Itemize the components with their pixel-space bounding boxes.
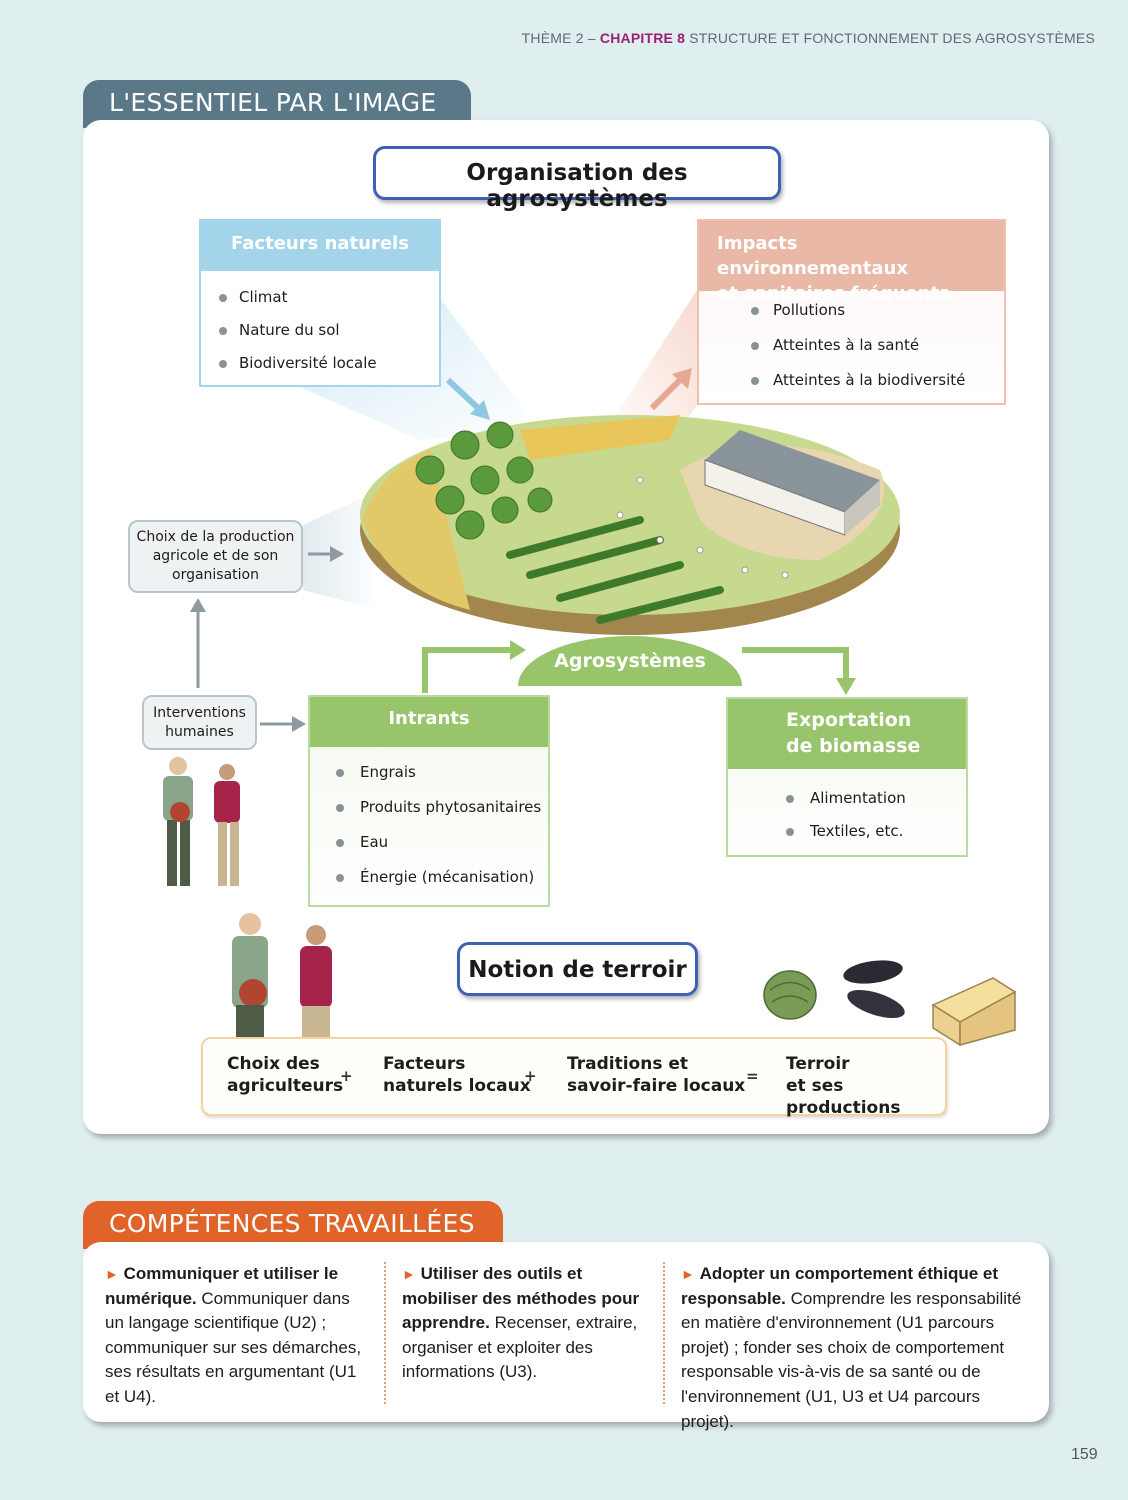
page-number: 159 [1071,1446,1098,1463]
mussels-icon [843,960,905,1018]
main-title: Organisation des agrosystèmes [373,146,781,212]
intrants-box: Intrants Engrais Produits phytosanitaire… [308,695,550,907]
facteurs-naturels-title: Facteurs naturels [201,221,439,271]
facteurs-locaux-line1: Facteurs [383,1054,466,1074]
impacts-list: Pollutions Atteintes à la santé Atteinte… [699,291,1004,398]
artichoke-icon [763,970,817,1020]
farm-disc [360,415,900,635]
list-item: Nature du sol [201,314,439,347]
competence-column-3: ► Adopter un comportement éthique et res… [681,1262,1033,1434]
farmers-illustration-large [232,913,332,1037]
triangle-bullet-icon: ► [681,1266,695,1282]
equation-traditions: Traditions et savoir-faire locaux [567,1053,745,1097]
result-line1: Terroir [786,1054,850,1074]
interventions-line1: Interventions [153,705,246,721]
facteurs-naturels-list: Climat Nature du sol Biodiversité locale [201,271,439,380]
exportation-title-line1: Exportation [786,709,912,731]
impacts-title-line1: Impacts environnementaux [717,233,908,279]
list-item: Atteintes à la santé [699,328,1004,363]
list-item: Atteintes à la biodiversité [699,363,1004,398]
list-item: Alimentation [728,782,966,815]
arrow-agrosystemes-to-exportation [742,647,856,695]
interventions-line2: humaines [165,724,234,740]
choix-agri-line2: agriculteurs [227,1076,344,1096]
farmers-illustration-small [163,757,240,886]
competence-3-text: Comprendre les responsabilité en matière… [681,1288,1022,1431]
triangle-bullet-icon: ► [105,1266,119,1282]
choix-line3: organisation [172,567,259,583]
list-item: Pollutions [699,293,1004,328]
intrants-title: Intrants [310,697,548,747]
choix-production-box: Choix de la production agricole et de so… [128,520,303,593]
facteurs-naturels-box: Facteurs naturels Climat Nature du sol B… [199,219,441,387]
competence-column-1: ► Communiquer et utiliser le numérique. … [105,1262,367,1410]
equals-sign: = [746,1067,759,1085]
equation-result: Terroir et ses productions [786,1053,945,1119]
exportation-box: Exportation de biomasse Alimentation Tex… [726,697,968,857]
interventions-humaines-box: Interventions humaines [142,695,257,750]
list-item: Biodiversité locale [201,347,439,380]
list-item: Produits phytosanitaires [310,790,548,825]
arrow-interventions-to-intrants [260,716,306,732]
triangle-bullet-icon: ► [402,1266,416,1282]
exportation-title: Exportation de biomasse [728,699,966,769]
plus-sign: + [340,1067,353,1085]
list-item: Eau [310,825,548,860]
cheese-icon [931,977,1017,1047]
competence-column-2: ► Utiliser des outils et mobiliser des m… [402,1262,647,1385]
intrants-list: Engrais Produits phytosanitaires Eau Éne… [310,747,548,895]
result-line2: et ses productions [786,1076,901,1118]
terroir-equation: Choix des agriculteurs + Facteurs nature… [201,1037,947,1119]
choix-line1: Choix de la production [136,529,295,545]
impacts-title: Impacts environnementaux et sanitaires f… [699,221,1004,304]
column-divider [384,1262,386,1404]
list-item: Textiles, etc. [728,815,966,848]
list-item: Énergie (mécanisation) [310,860,548,895]
choix-line2: agricole et de son [152,548,279,564]
equation-facteurs: Facteurs naturels locaux [383,1053,531,1097]
traditions-line2: savoir-faire locaux [567,1076,746,1096]
exportation-title-line2: de biomasse [786,735,921,757]
plus-sign: + [524,1067,537,1085]
choix-agri-line1: Choix des [227,1054,320,1074]
traditions-line1: Traditions et [567,1054,689,1074]
impacts-box: Impacts environnementaux et sanitaires f… [697,219,1006,405]
list-item: Engrais [310,755,548,790]
arrow-interventions-to-choix [190,598,206,688]
arrow-intrants-to-agrosystemes [422,640,526,693]
column-divider [663,1262,665,1404]
facteurs-locaux-line2: naturels locaux [383,1076,531,1096]
list-item: Climat [201,281,439,314]
terroir-title: Notion de terroir [457,942,698,996]
equation-choix: Choix des agriculteurs [227,1053,343,1097]
exportation-list: Alimentation Textiles, etc. [728,769,966,848]
